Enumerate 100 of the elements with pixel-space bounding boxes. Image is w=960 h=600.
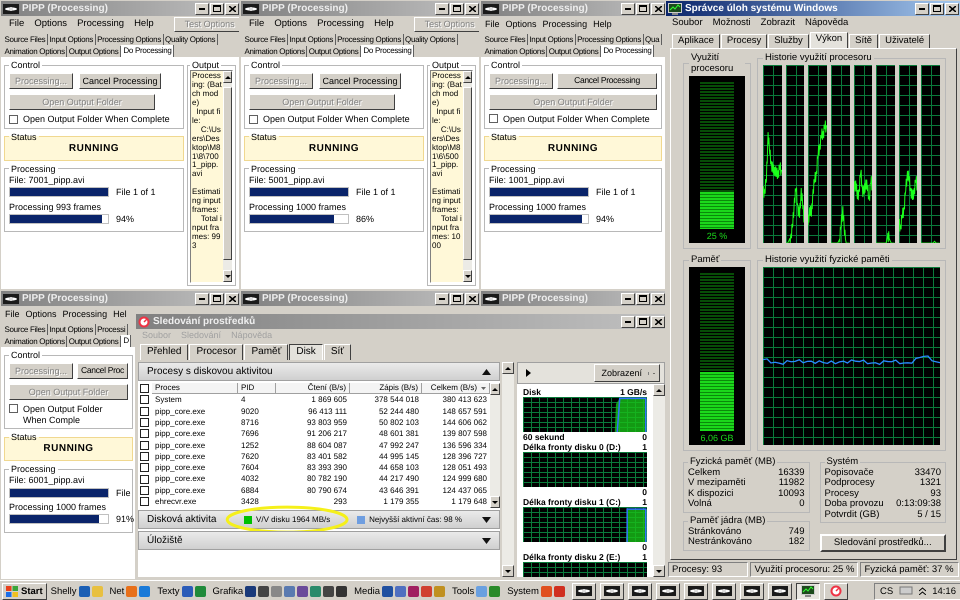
toolbar-label: System <box>507 586 539 596</box>
group-title: Control <box>490 60 522 70</box>
table-cell-text: 7620 <box>240 452 260 462</box>
group-title: Processing <box>250 164 297 174</box>
menu-item[interactable]: Help <box>374 19 394 30</box>
menu-item[interactable]: Processing <box>77 19 124 30</box>
info-value: 749 <box>788 526 804 537</box>
output-text: Processing: (Batch mode) Input file: C:\Users\Desktop\M81\6\5001_pipp.avi Estimating input frames: Total input frames: 1000 <box>431 71 463 252</box>
cancel-button[interactable]: Cancel Processing <box>79 73 161 90</box>
menu-item[interactable]: Options <box>274 19 308 30</box>
section-header[interactable]: Úložiště <box>138 531 500 550</box>
cancel-button[interactable]: Cancel Proc <box>77 363 128 380</box>
info-label: K dispozici <box>688 488 734 499</box>
menu-item[interactable]: Zobrazit <box>760 18 795 28</box>
tab[interactable]: Uživatelé <box>879 34 930 48</box>
menu-item[interactable]: Options <box>26 309 57 320</box>
file-label: File: 1001_pipp.avi <box>489 174 565 185</box>
menu-item[interactable]: Options <box>34 19 68 30</box>
group-title: Status <box>10 432 38 442</box>
group-title: Status <box>490 132 518 142</box>
menu-item[interactable]: File <box>9 19 24 30</box>
group-title: Historie využití procesoru <box>764 53 873 64</box>
resource-monitor-button[interactable]: Sledování prostředků... <box>820 534 946 552</box>
tab[interactable]: Do Processing <box>600 45 654 57</box>
table-cell-text: 88 604 087 <box>306 440 348 450</box>
tab[interactable]: Sítě <box>849 34 878 48</box>
tab[interactable]: Procesor <box>189 344 244 360</box>
menu-item[interactable]: File <box>485 19 500 30</box>
tab[interactable]: Aplikace <box>672 34 720 48</box>
tab[interactable]: Input Options <box>528 34 576 45</box>
section-title: Procesy s diskovou aktivitou <box>147 366 273 378</box>
start-button[interactable]: Start <box>2 582 47 600</box>
menu-item[interactable]: File <box>5 309 20 320</box>
graph-min: 0 <box>642 432 647 442</box>
table-cell-text: pipp_core.exe <box>154 418 206 428</box>
info-label: Nestránkováno <box>688 537 753 548</box>
checkbox-label: Open Output Folder When Comple <box>23 404 104 426</box>
menu-item[interactable]: Soubor <box>672 18 703 28</box>
column-header[interactable]: Zápis (B/s) <box>350 383 422 394</box>
tab[interactable]: Do Processing <box>120 45 174 57</box>
frames-label: Processing 1000 frames <box>489 202 586 212</box>
tab[interactable]: Source Files <box>3 324 48 335</box>
tab[interactable]: Do Processing <box>360 45 414 57</box>
column-header[interactable]: PID <box>238 383 276 394</box>
tab[interactable]: Přehled <box>140 344 188 360</box>
section-header[interactable]: Procesy s diskovou aktivitou <box>138 362 500 381</box>
section-title: Disková aktivita <box>147 514 216 526</box>
table-cell-text: pipp_core.exe <box>154 440 206 450</box>
tab[interactable]: Paměť <box>244 344 288 360</box>
menu-item[interactable]: Processing <box>542 19 588 30</box>
tab[interactable]: Source Files <box>483 34 528 45</box>
info-label: V mezipaměti <box>688 478 747 489</box>
tab[interactable]: Input Options <box>48 34 96 45</box>
table-cell-text: 44 658 103 <box>378 463 420 472</box>
window-title: PIPP (Processing) <box>22 292 109 304</box>
tab[interactable]: Input Options <box>48 324 96 335</box>
menu-item[interactable]: Hel <box>113 309 127 320</box>
info-value: 0:13:09:38 <box>896 499 941 510</box>
group-title: Paměť <box>690 255 720 266</box>
menu-item[interactable]: Help <box>593 19 612 30</box>
tab[interactable]: Výkon <box>810 32 848 48</box>
cancel-button[interactable]: Cancel Processing <box>557 73 657 90</box>
menu-item[interactable]: Options <box>506 19 537 30</box>
language-indicator[interactable]: CS <box>880 586 894 596</box>
menu-item[interactable]: Processing <box>317 19 364 30</box>
table-cell-text: 144 606 062 <box>442 418 488 428</box>
tab[interactable]: Procesy <box>720 34 768 48</box>
column-header[interactable]: Celkem (B/s) <box>422 383 490 394</box>
info-label: Celkem <box>688 468 722 478</box>
view-dropdown[interactable]: Zobrazení <box>594 364 660 382</box>
tab[interactable]: Input Options <box>288 34 336 45</box>
menu-item[interactable]: Nápověda <box>804 18 848 28</box>
tab[interactable]: Síť <box>324 344 352 360</box>
graph-max: 1 <box>642 442 647 452</box>
table-cell-text: 48 601 381 <box>378 429 420 438</box>
table-cell-text: 1252 <box>240 440 260 450</box>
tab[interactable]: D <box>120 335 132 347</box>
column-header[interactable]: Čtení (B/s) <box>276 383 350 394</box>
table-cell-text: pipp_core.exe <box>154 463 206 472</box>
graph-min: 0 <box>642 487 647 497</box>
tab[interactable]: Služby <box>768 34 809 48</box>
progress-label: File <box>116 488 131 498</box>
status-text: RUNNING <box>308 143 360 156</box>
menu-item[interactable]: Help <box>134 19 154 30</box>
group-title: Control <box>250 60 282 70</box>
menu-item[interactable]: Processing <box>62 309 108 320</box>
info-value: 0 <box>798 499 804 510</box>
tab[interactable]: Source Files <box>243 34 288 45</box>
group-title: Fyzická paměť (MB) <box>689 457 776 468</box>
table-cell-text: pipp_core.exe <box>154 406 206 416</box>
menu-item[interactable]: Možnosti <box>712 18 751 28</box>
column-header[interactable]: Proces <box>152 383 238 394</box>
menu-item[interactable]: File <box>249 19 264 30</box>
table-cell-text: 50 802 103 <box>378 418 420 428</box>
tab[interactable]: Disk <box>289 344 323 360</box>
tab[interactable]: Source Files <box>3 34 48 45</box>
cancel-button[interactable]: Cancel Processing <box>319 73 401 90</box>
info-value: 93 <box>929 488 941 499</box>
table-cell-text: 80 782 190 <box>306 474 348 484</box>
group-title: Output <box>431 60 460 70</box>
